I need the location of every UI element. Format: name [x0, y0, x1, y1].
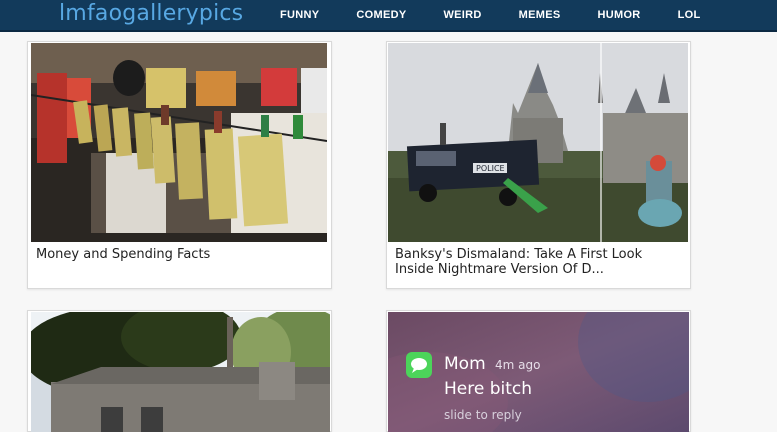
main-nav: FUNNY COMEDY WEIRD MEMES HUMOR LOL — [280, 0, 737, 30]
notification-message: Here bitch — [444, 379, 533, 399]
post-title[interactable]: Money and Spending Facts — [36, 247, 323, 262]
post-card-dismaland[interactable]: POLICE Banksy's Dismaland: Take A First … — [386, 41, 691, 289]
post-card-money[interactable]: Money and Spending Facts — [27, 41, 332, 289]
site-header: lmfaogallerypics FUNNY COMEDY WEIRD MEME… — [0, 0, 777, 32]
house-photo — [31, 312, 330, 432]
post-title[interactable]: Banksy's Dismaland: Take A First Look In… — [395, 247, 682, 277]
notification-time: 4m ago — [495, 358, 541, 372]
post-thumbnail-house[interactable] — [31, 312, 330, 432]
nav-weird[interactable]: WEIRD — [443, 0, 481, 30]
notification-slide-to-reply: slide to reply — [444, 408, 522, 422]
money-photo — [31, 43, 327, 242]
nav-lol[interactable]: LOL — [678, 0, 701, 30]
nav-memes[interactable]: MEMES — [519, 0, 561, 30]
post-card-notification[interactable]: Mom 4m ago Here bitch slide to reply — [386, 310, 691, 432]
nav-funny[interactable]: FUNNY — [280, 0, 319, 30]
nav-humor[interactable]: HUMOR — [598, 0, 641, 30]
site-logo[interactable]: lmfaogallerypics — [59, 1, 243, 26]
nav-comedy[interactable]: COMEDY — [356, 0, 406, 30]
notification-background — [388, 312, 689, 432]
post-thumbnail-dismaland[interactable]: POLICE — [388, 43, 688, 242]
dismaland-photo: POLICE — [388, 43, 688, 242]
notification-sender: Mom — [444, 354, 486, 374]
post-card-house[interactable] — [27, 310, 332, 432]
svg-text:POLICE: POLICE — [476, 164, 505, 173]
post-thumbnail-money[interactable] — [31, 43, 327, 242]
post-thumbnail-notification[interactable]: Mom 4m ago Here bitch slide to reply — [388, 312, 689, 432]
